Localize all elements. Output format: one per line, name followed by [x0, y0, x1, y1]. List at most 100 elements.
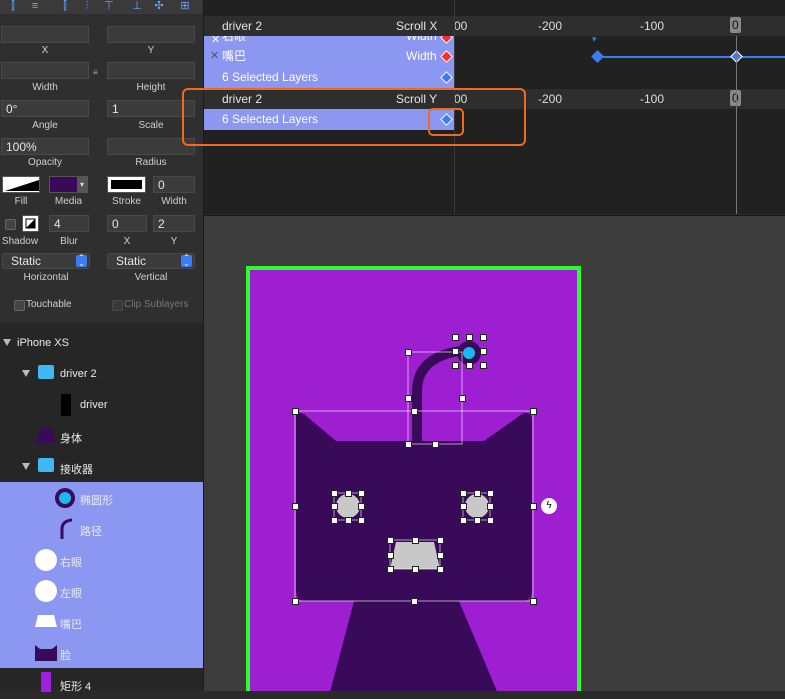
align-left-icon[interactable]: ⫿ [4, 0, 22, 12]
layer-left-eye[interactable]: 左眼 [0, 575, 203, 606]
lock-icon[interactable]: 🔒︎ [93, 66, 101, 76]
resize-handle[interactable] [480, 362, 487, 369]
timeline-ruler[interactable]: 00 -200 -100 0 [454, 16, 785, 36]
keyframe-icon[interactable] [591, 50, 604, 63]
layer-mouth[interactable]: 嘴巴 [0, 606, 203, 637]
distribute-horizontal-icon[interactable]: ⫶ [78, 0, 96, 12]
resize-handle[interactable] [437, 552, 444, 559]
resize-handle[interactable] [412, 566, 419, 573]
keyframe-icon[interactable] [440, 71, 453, 84]
angle-field[interactable]: 0° [1, 100, 89, 117]
remove-x-icon[interactable]: ✕ [211, 36, 220, 46]
shadow-checkbox[interactable] [5, 219, 16, 230]
resize-handle[interactable] [345, 490, 352, 497]
resize-handle[interactable] [460, 490, 467, 497]
align-top-icon[interactable]: ⊤ [100, 0, 118, 12]
layer-driver[interactable]: driver [0, 389, 203, 420]
resize-handle[interactable] [452, 348, 459, 355]
playhead-line[interactable] [736, 36, 737, 214]
shadow-color-swatch[interactable] [22, 215, 39, 232]
resize-handle[interactable] [387, 566, 394, 573]
resize-handle[interactable] [387, 552, 394, 559]
align-middle-icon[interactable]: ⊥ [128, 0, 146, 12]
resize-handle[interactable] [480, 348, 487, 355]
resize-handle[interactable] [432, 441, 439, 448]
layer-right-eye[interactable]: 右眼 [0, 544, 203, 575]
layer-ellipse[interactable]: 椭圆形 [0, 482, 203, 513]
disclosure-triangle-icon[interactable] [3, 339, 11, 346]
align-bottom-icon[interactable]: ✣ [150, 0, 168, 12]
opacity-field[interactable]: 100% [1, 138, 89, 155]
resize-handle[interactable] [387, 537, 394, 544]
y-field[interactable] [107, 26, 195, 43]
horizontal-select[interactable]: Static ⌃ ⌄ [2, 253, 90, 269]
resize-handle[interactable] [459, 395, 466, 402]
shadow-x-field[interactable]: 0 [107, 215, 147, 232]
height-field[interactable] [107, 62, 195, 79]
resize-handle[interactable] [530, 408, 537, 415]
resize-handle[interactable] [437, 566, 444, 573]
resize-handle[interactable] [452, 362, 459, 369]
resize-handle[interactable] [474, 517, 481, 524]
resize-handle[interactable] [452, 334, 459, 341]
layer-iphone-xs[interactable]: iPhone XS [0, 327, 203, 358]
timeline-row-mouth[interactable]: ✕ 嘴巴 Width [204, 46, 454, 67]
align-right-icon[interactable]: ⫿ [56, 0, 74, 12]
resize-handle[interactable] [460, 503, 467, 510]
resize-handle[interactable] [331, 517, 338, 524]
timeline-row-selected-layers-1[interactable]: 6 Selected Layers [204, 67, 454, 88]
resize-handle[interactable] [411, 408, 418, 415]
resize-handle[interactable] [480, 334, 487, 341]
resize-handle[interactable] [530, 598, 537, 605]
layer-receiver[interactable]: 接收器 [0, 451, 203, 482]
shadow-y-field[interactable]: 2 [153, 215, 195, 232]
resize-handle[interactable] [358, 517, 365, 524]
blur-field[interactable]: 4 [49, 215, 89, 232]
layer-body[interactable]: 身体 [0, 420, 203, 451]
resize-handle[interactable] [405, 441, 412, 448]
resize-handle[interactable] [331, 490, 338, 497]
resize-handle[interactable] [466, 362, 473, 369]
resize-handle[interactable] [437, 537, 444, 544]
resize-handle[interactable] [466, 334, 473, 341]
resize-handle[interactable] [292, 598, 299, 605]
resize-handle[interactable] [411, 598, 418, 605]
resize-handle[interactable] [405, 349, 412, 356]
resize-handle[interactable] [487, 490, 494, 497]
vertical-select[interactable]: Static ⌃ ⌄ [107, 253, 195, 269]
layer-driver-2[interactable]: driver 2 [0, 358, 203, 389]
design-canvas[interactable]: ϟ [204, 215, 785, 699]
resize-handle[interactable] [487, 517, 494, 524]
keyframe-icon[interactable] [440, 50, 453, 63]
playhead-marker[interactable]: 0 [730, 17, 741, 33]
keyframe-icon[interactable] [440, 36, 453, 44]
touchable-checkbox[interactable] [14, 300, 25, 311]
clip-sublayers-checkbox[interactable] [112, 300, 123, 311]
resize-handle[interactable] [345, 517, 352, 524]
stroke-width-field[interactable]: 0 [153, 176, 195, 193]
resize-handle[interactable] [292, 503, 299, 510]
align-center-icon[interactable]: ≡ [26, 0, 44, 12]
resize-handle[interactable] [412, 537, 419, 544]
disclosure-triangle-icon[interactable] [22, 370, 30, 377]
layer-rect-4[interactable]: 矩形 4 [0, 668, 203, 699]
resize-handle[interactable] [405, 395, 412, 402]
timeline-track-header[interactable]: driver 2 Scroll X [204, 16, 454, 36]
resize-handle[interactable] [358, 503, 365, 510]
media-swatch[interactable]: ▾ [49, 176, 88, 193]
keyframe-marker-icon[interactable]: ▾ [592, 34, 597, 45]
distribute-vertical-icon[interactable]: ⊞ [176, 0, 194, 12]
resize-handle[interactable] [460, 517, 467, 524]
x-field[interactable] [1, 26, 89, 43]
layer-face[interactable]: 脸 [0, 637, 203, 668]
resize-handle[interactable] [358, 490, 365, 497]
media-dropdown-icon[interactable]: ▾ [77, 177, 87, 192]
resize-handle[interactable] [474, 490, 481, 497]
layer-path[interactable]: 路径 [0, 513, 203, 544]
remove-x-icon[interactable]: ✕ [210, 46, 219, 67]
resize-handle[interactable] [292, 408, 299, 415]
disclosure-triangle-icon[interactable] [22, 463, 30, 470]
stroke-swatch[interactable] [107, 176, 146, 193]
fill-swatch[interactable] [2, 176, 40, 193]
timeline-row-right-eye[interactable]: ✕ 右眼 Width [204, 36, 454, 46]
